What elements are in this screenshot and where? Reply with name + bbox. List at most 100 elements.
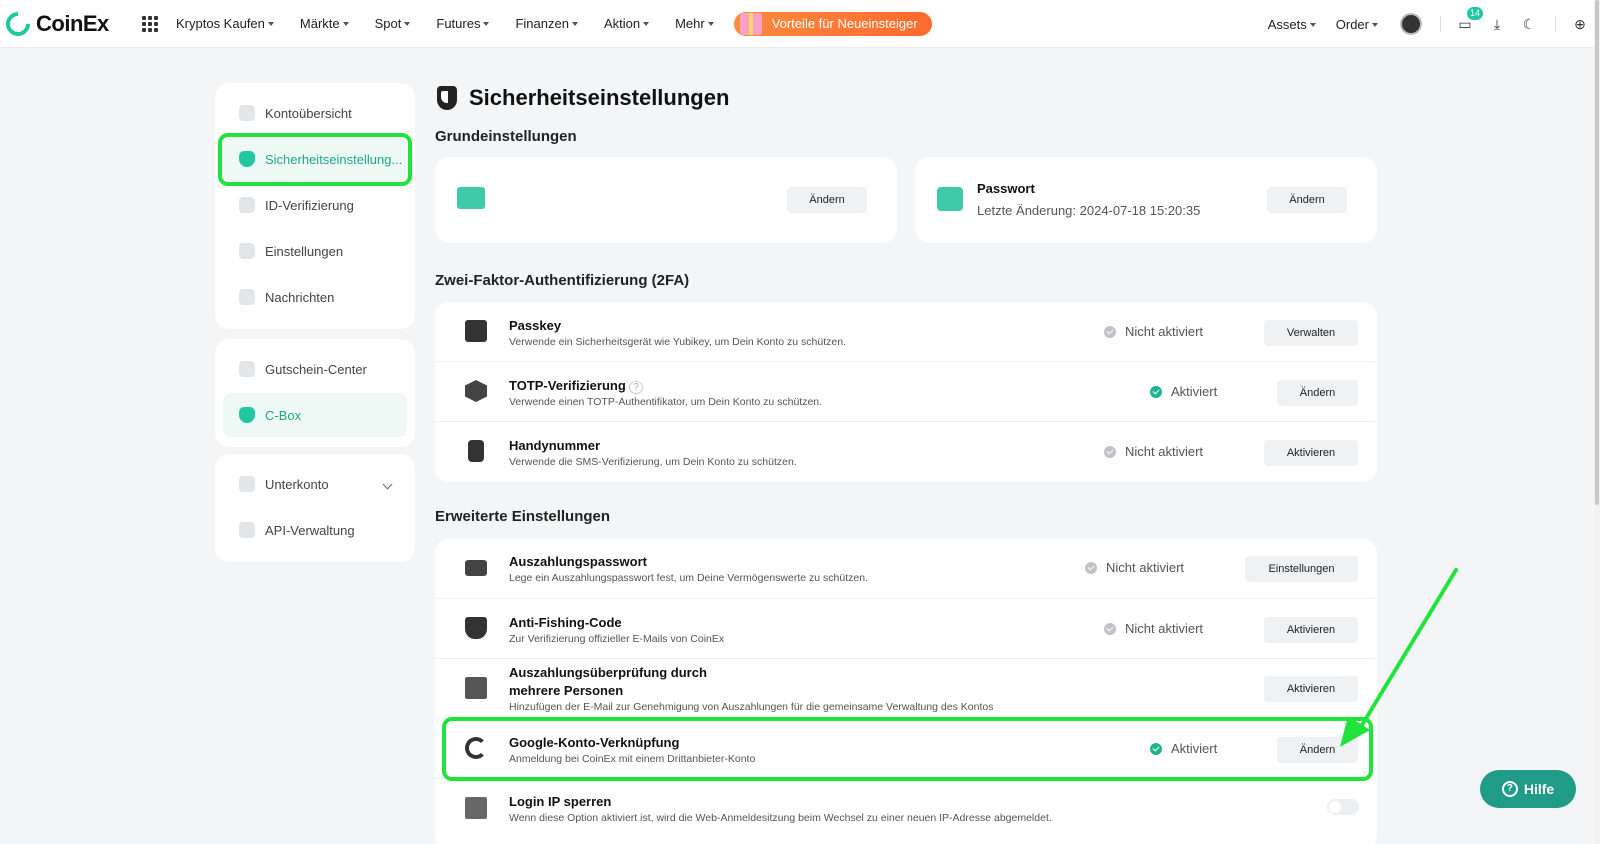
- email-change-button[interactable]: Ändern: [787, 187, 867, 213]
- row-desc: Hinzufügen der E-Mail zur Genehmigung vo…: [509, 701, 994, 713]
- scrollbar[interactable]: [1594, 0, 1600, 844]
- help-circle-icon[interactable]: ?: [629, 381, 643, 394]
- row-title: TOTP-Verifizierung ?: [509, 378, 643, 394]
- list-item-phone: Handynummer Verwende die SMS-Verifizieru…: [435, 422, 1375, 482]
- mail-icon: [457, 187, 485, 209]
- box-icon: [239, 407, 255, 423]
- pie-chart-icon: [239, 105, 255, 121]
- withdrawal-password-settings-button[interactable]: Einstellungen: [1245, 556, 1358, 582]
- twofa-card: Passkey Verwende ein Sicherheitsgerät wi…: [435, 302, 1377, 482]
- messages-icon[interactable]: ▭ 14: [1457, 7, 1483, 32]
- nav-kryptos-kaufen[interactable]: Kryptos Kaufen: [176, 16, 274, 31]
- users-icon: [239, 476, 255, 492]
- sidebar-item-api-verwaltung[interactable]: API-Verwaltung: [223, 508, 407, 552]
- sidebar-rewards-group: Gutschein-Center C-Box: [215, 339, 415, 447]
- coinex-logo-icon: [1, 6, 35, 41]
- login-ip-lock-toggle[interactable]: [1327, 799, 1359, 815]
- sidebar-item-c-box[interactable]: C-Box: [223, 393, 407, 437]
- sidebar-item-nachrichten[interactable]: Nachrichten: [223, 275, 407, 319]
- sidebar-account-group: Kontoübersicht Sicherheitseinstellung...…: [215, 83, 415, 329]
- dark-mode-icon[interactable]: ☾: [1521, 16, 1537, 32]
- nav-spot[interactable]: Spot: [375, 16, 411, 31]
- coinex-logo[interactable]: CoinEx: [1, 6, 134, 41]
- totp-change-button[interactable]: Ändern: [1277, 380, 1358, 406]
- lock-icon: [937, 187, 963, 211]
- row-desc: Lege ein Auszahlungspasswort fest, um De…: [509, 572, 868, 584]
- passkey-lock-icon: [465, 320, 487, 342]
- list-item-withdrawal-password: Auszahlungspasswort Lege ein Auszahlungs…: [435, 539, 1375, 599]
- status-badge: Nicht aktiviert: [1104, 621, 1203, 636]
- totp-lock-icon: [465, 380, 487, 402]
- order-menu[interactable]: Order: [1336, 17, 1378, 32]
- nav-finanzen[interactable]: Finanzen: [515, 16, 578, 31]
- passkey-manage-button[interactable]: Verwalten: [1264, 320, 1358, 346]
- globe-icon[interactable]: ⊕: [1572, 16, 1588, 32]
- status-badge: Aktiviert: [1150, 384, 1217, 399]
- row-title: Handynummer: [509, 438, 601, 453]
- sidebar-item-unterkonto[interactable]: Unterkonto: [223, 462, 407, 506]
- row-title: Passkey: [509, 318, 562, 333]
- list-item-login-ip-lock: Login IP sperren Wenn diese Option aktiv…: [435, 779, 1375, 839]
- sidebar-subaccount-group: Unterkonto API-Verwaltung: [215, 454, 415, 562]
- nav-futures[interactable]: Futures: [436, 16, 490, 31]
- caret-down-icon: [1372, 22, 1378, 27]
- list-item-multi-approval: Auszahlungsüberprüfung durch mehrere Per…: [435, 659, 1375, 719]
- promo-banner-button[interactable]: Vorteile für Neueinsteiger: [733, 11, 932, 36]
- caret-down-icon: [483, 22, 490, 26]
- divider: [1555, 16, 1556, 32]
- settings-icon: [239, 243, 255, 259]
- check-circle-icon: [1104, 325, 1116, 338]
- phone-icon: [468, 440, 484, 462]
- anti-fishing-activate-button[interactable]: Aktivieren: [1264, 617, 1358, 643]
- download-icon[interactable]: ⤓: [1489, 16, 1505, 32]
- highlight-box-google: [442, 717, 1373, 781]
- row-desc: Wenn diese Option aktiviert ist, wird di…: [509, 812, 1052, 824]
- caret-down-icon: [643, 22, 650, 26]
- nav-mehr[interactable]: Mehr: [675, 16, 714, 31]
- status-badge: Nicht aktiviert: [1104, 324, 1203, 339]
- help-button[interactable]: ? Hilfe: [1480, 770, 1576, 808]
- caret-down-icon: [571, 22, 578, 26]
- row-desc: Verwende die SMS-Verifizierung, um Dein …: [509, 456, 797, 468]
- chevron-down-icon: [382, 479, 393, 489]
- gift-icon: [739, 12, 762, 35]
- card-icon: [465, 560, 487, 576]
- check-circle-icon: [1085, 561, 1097, 574]
- password-last-changed: Letzte Änderung: 2024-07-18 15:20:35: [977, 203, 1201, 218]
- sidebar-item-kontouebersicht[interactable]: Kontoübersicht: [223, 91, 407, 135]
- shield-icon: [437, 86, 457, 110]
- assets-menu[interactable]: Assets: [1268, 17, 1316, 32]
- apps-grid-icon[interactable]: [142, 15, 158, 32]
- row-title: Anti-Fishing-Code: [509, 615, 622, 630]
- sidebar-item-gutschein-center[interactable]: Gutschein-Center: [223, 347, 407, 391]
- row-title-line2: mehrere Personen: [509, 683, 624, 698]
- password-card: Passwort Letzte Änderung: 2024-07-18 15:…: [915, 157, 1377, 243]
- email-card: Ändern: [435, 157, 897, 243]
- password-change-button[interactable]: Ändern: [1267, 187, 1347, 213]
- multi-approval-activate-button[interactable]: Aktivieren: [1264, 676, 1358, 702]
- question-icon: ?: [1501, 781, 1518, 797]
- phone-activate-button[interactable]: Aktivieren: [1264, 440, 1358, 466]
- api-icon: [239, 522, 255, 538]
- top-right-actions: Assets Order ▭ 14 ⤓ ☾ ⊕: [1248, 0, 1588, 48]
- row-title: Login IP sperren: [509, 794, 612, 809]
- advanced-card: Auszahlungspasswort Lege ein Auszahlungs…: [435, 539, 1377, 844]
- section-heading-basic: Grundeinstellungen: [435, 128, 577, 145]
- message-icon: [239, 289, 255, 305]
- nav-maerkte[interactable]: Märkte: [300, 16, 349, 31]
- coupon-icon: [239, 361, 255, 377]
- promo-label: Vorteile für Neueinsteiger: [771, 16, 918, 31]
- highlight-box-sidebar: [218, 133, 412, 186]
- row-title: Auszahlungspasswort: [509, 554, 647, 569]
- section-heading-advanced: Erweiterte Einstellungen: [435, 508, 611, 525]
- top-navbar: CoinEx Kryptos Kaufen Märkte Spot Future…: [0, 0, 1600, 48]
- check-circle-icon: [1104, 622, 1116, 635]
- password-title: Passwort: [977, 181, 1035, 196]
- sidebar-item-id-verifizierung[interactable]: ID-Verifizierung: [223, 183, 407, 227]
- row-desc: Verwende einen TOTP-Authentifikator, um …: [509, 396, 823, 408]
- nav-aktion[interactable]: Aktion: [604, 16, 650, 31]
- avatar[interactable]: [1400, 13, 1422, 35]
- page-title: Sicherheitseinstellungen: [437, 85, 729, 111]
- check-circle-icon: [1150, 385, 1162, 398]
- sidebar-item-einstellungen[interactable]: Einstellungen: [223, 229, 407, 273]
